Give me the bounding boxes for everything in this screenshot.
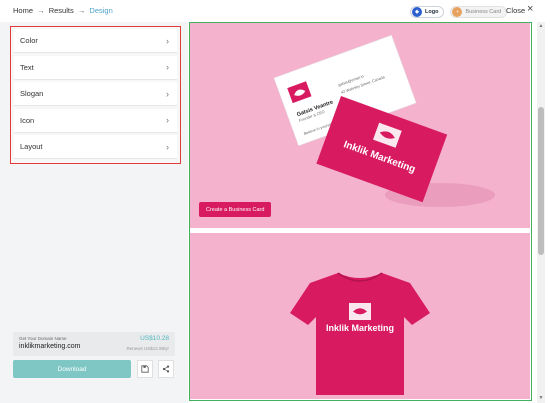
share-icon xyxy=(162,365,170,373)
chevron-right-icon: › xyxy=(166,115,169,125)
chevron-right-icon: › xyxy=(166,62,169,72)
create-business-card-button[interactable]: Create a Business Card xyxy=(199,202,272,217)
business-card-mode-button[interactable]: ▪ Business Card xyxy=(450,5,508,18)
scroll-down-icon[interactable]: ▼ xyxy=(538,395,544,401)
design-options-menu: Color › Text › Slogan › Icon › Layout › xyxy=(10,26,181,164)
download-button[interactable]: Download xyxy=(13,360,131,378)
chevron-right-icon: › xyxy=(166,88,169,99)
breadcrumb-current: Design xyxy=(89,6,113,15)
tshirt-mockup: Inklik Marketing xyxy=(290,272,430,395)
business-card-mockup: Gatsis Veantre Founder & CEO gatsis@emai… xyxy=(273,34,495,207)
logo-mode-label: Logo xyxy=(425,8,439,15)
close-button[interactable]: Close xyxy=(506,6,525,15)
menu-item-icon[interactable]: Icon › xyxy=(14,108,177,133)
chevron-right-icon: › xyxy=(166,35,169,46)
menu-item-layout[interactable]: Layout › xyxy=(14,135,177,159)
menu-item-label: Icon xyxy=(20,115,35,125)
share-button[interactable] xyxy=(158,360,174,378)
tshirt-brand-name: Inklik Marketing xyxy=(326,323,394,333)
domain-price: US$10.28 xyxy=(140,335,169,342)
close-icon[interactable]: × xyxy=(527,4,533,15)
domain-offer-title: Get Your Domain Name xyxy=(19,336,67,341)
save-button[interactable] xyxy=(137,360,153,378)
menu-item-slogan[interactable]: Slogan › xyxy=(14,82,177,106)
scrollbar-thumb[interactable] xyxy=(538,107,544,255)
domain-offer[interactable]: Get Your Domain Name inklikmarketing.com… xyxy=(13,332,175,356)
logo-mode-icon: ◆ xyxy=(412,6,422,17)
breadcrumb-results[interactable]: Results xyxy=(49,6,74,15)
business-card-mode-icon: ▪ xyxy=(452,6,463,17)
menu-item-text[interactable]: Text › xyxy=(14,55,177,80)
menu-item-label: Color xyxy=(20,36,38,45)
domain-renewal: Renews US$12.98/yr xyxy=(126,346,169,351)
menu-item-label: Text xyxy=(20,62,34,72)
chevron-right-icon: › xyxy=(166,141,169,152)
preview-frame: Gatsis Veantre Founder & CEO gatsis@emai… xyxy=(189,22,532,401)
business-card-mode-label: Business Card xyxy=(465,8,502,15)
save-icon xyxy=(141,365,149,373)
scroll-up-icon[interactable]: ▲ xyxy=(538,23,544,29)
business-card-preview: Gatsis Veantre Founder & CEO gatsis@emai… xyxy=(190,23,530,228)
breadcrumb-separator-icon: → xyxy=(77,6,86,15)
tshirt-preview: Inklik Marketing xyxy=(190,233,530,399)
menu-item-label: Slogan xyxy=(20,89,44,98)
domain-name: inklikmarketing.com xyxy=(19,343,81,350)
logo-mode-button[interactable]: ◆ Logo xyxy=(410,5,445,18)
mode-toggle: ◆ Logo ▪ Business Card xyxy=(410,5,508,18)
top-bar: Home → Results → Design ◆ Logo ▪ Busines… xyxy=(0,0,550,22)
breadcrumb-separator-icon: → xyxy=(37,6,45,15)
menu-item-label: Layout xyxy=(20,142,43,151)
scrollbar[interactable]: ▲ ▼ xyxy=(537,22,545,403)
menu-item-color[interactable]: Color › xyxy=(14,29,177,53)
breadcrumb: Home → Results → Design xyxy=(13,6,113,15)
breadcrumb-home[interactable]: Home xyxy=(13,6,33,15)
